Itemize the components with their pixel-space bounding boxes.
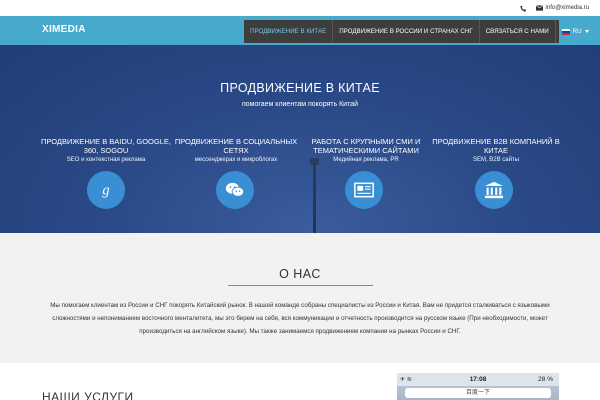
phone-icon[interactable] xyxy=(519,4,527,12)
phone-search-box: 百度一下 xyxy=(405,388,551,398)
feature-description: SEM, B2B сайты xyxy=(472,157,520,163)
wechat-icon[interactable] xyxy=(216,171,254,209)
feature-title: ПРОДВИЖЕНИЕ В BAIDU, GOOGLE, 360, SOGOU xyxy=(41,137,171,155)
language-label: RU xyxy=(572,28,582,35)
feature-title: ПРОДВИЖЕНИЕ В СОЦИАЛЬНЫХ СЕТЯХ xyxy=(174,137,298,155)
phone-battery: 28 % xyxy=(538,376,553,383)
nav-item-russia-cis[interactable]: ПРОДВИЖЕНИЕ В РОССИИ И СТРАНАХ СНГ xyxy=(333,20,480,43)
feature-media: РАБОТА С КРУПНЫМИ СМИ И ТЕМАТИЧЕСКИМИ СА… xyxy=(300,137,432,164)
feature-description: мессенджерах и микроблогах xyxy=(194,157,278,163)
hero-section: ПРОДВИЖЕНИЕ В КИТАЕ помогаем клиентам по… xyxy=(0,45,600,233)
feature-search-engines: ПРОДВИЖЕНИЕ В BAIDU, GOOGLE, 360, SOGOU … xyxy=(40,137,172,164)
about-divider xyxy=(228,285,373,286)
main-menu: ПРОДВИЖЕНИЕ В КИТАЕ ПРОДВИЖЕНИЕ В РОССИИ… xyxy=(244,20,589,43)
feature-title: ПРОДВИЖЕНИЕ B2B КОМПАНИЙ В КИТАЕ xyxy=(432,137,560,155)
nav-item-china[interactable]: ПРОДВИЖЕНИЕ В КИТАЕ xyxy=(244,20,334,43)
russia-flag-icon xyxy=(561,28,570,35)
about-text: Мы помогаем клиентам из России и СНГ пок… xyxy=(50,302,550,335)
phone-screenshot-image: ✈ ≋ 17:08 28 % 百度一下 xyxy=(397,373,559,400)
feature-description: Медийная реклама, PR xyxy=(333,157,399,163)
google-plus-icon[interactable]: g xyxy=(87,171,125,209)
hero-subtitle: помогаем клиентам покорять Китай xyxy=(241,101,359,108)
feature-b2b: ПРОДВИЖЕНИЕ B2B КОМПАНИЙ В КИТАЕ SEM, B2… xyxy=(430,137,562,164)
email-contact[interactable]: info@ximedia.ru xyxy=(535,5,589,11)
feature-social-networks: ПРОДВИЖЕНИЕ В СОЦИАЛЬНЫХ СЕТЯХ мессендже… xyxy=(170,137,302,164)
hero-title: ПРОДВИЖЕНИЕ В КИТАЕ xyxy=(220,81,380,95)
phone-search-bar: 百度一下 xyxy=(397,386,559,400)
envelope-icon xyxy=(535,5,543,11)
services-title: НАШИ УСЛУГИ xyxy=(42,390,134,400)
newspaper-icon[interactable] xyxy=(345,171,383,209)
site-logo[interactable]: XIMEDIA xyxy=(42,24,86,35)
nav-item-contact[interactable]: СВЯЗАТЬСЯ С НАМИ xyxy=(480,20,556,43)
feature-title: РАБОТА С КРУПНЫМИ СМИ И ТЕМАТИЧЕСКИМИ СА… xyxy=(311,137,421,155)
svg-text:g: g xyxy=(102,183,109,199)
about-title: О НАС xyxy=(279,267,321,281)
institution-icon[interactable] xyxy=(475,171,513,209)
feature-description: SEO и контекстная реклама xyxy=(66,157,146,163)
phone-status-bar: ✈ ≋ 17:08 28 % xyxy=(397,373,559,386)
caret-down-icon xyxy=(584,30,589,33)
top-contact-bar: info@ximedia.ru xyxy=(0,0,600,16)
hero-background-pole xyxy=(313,163,316,233)
about-section: О НАС Мы помогаем клиентам из России и С… xyxy=(0,233,600,363)
language-selector[interactable]: RU xyxy=(556,20,595,43)
email-address[interactable]: info@ximedia.ru xyxy=(546,5,589,11)
page: info@ximedia.ru XIMEDIA ПРОДВИЖЕНИЕ В КИ… xyxy=(0,0,600,400)
phone-time: 17:08 xyxy=(469,376,487,383)
